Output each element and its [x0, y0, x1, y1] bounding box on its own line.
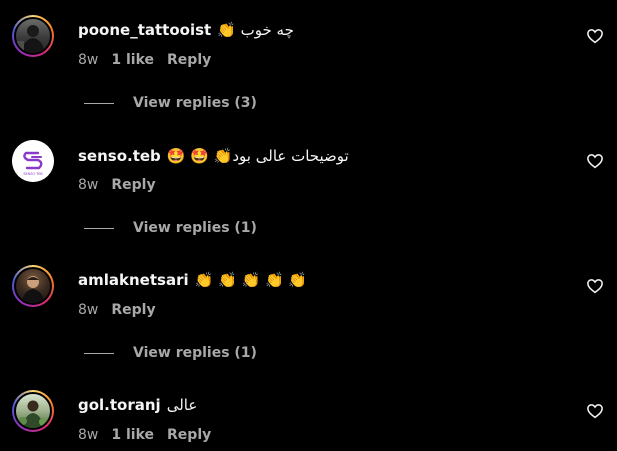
- view-replies-button[interactable]: View replies (1): [84, 219, 257, 237]
- comment-likes[interactable]: 1 like: [111, 52, 154, 68]
- view-replies-button[interactable]: View replies (3): [84, 94, 257, 112]
- comment-time[interactable]: 8w: [78, 302, 98, 318]
- reply-button[interactable]: Reply: [111, 177, 155, 193]
- view-replies-button[interactable]: View replies (1): [84, 344, 257, 362]
- heart-icon[interactable]: [586, 277, 604, 295]
- comment-likes[interactable]: 1 like: [111, 427, 154, 443]
- view-replies-label: View replies (1): [133, 345, 257, 361]
- view-replies-label: View replies (1): [133, 220, 257, 236]
- avatar[interactable]: SENSO TEB: [12, 140, 54, 182]
- comment-text: 👏 👏 👏 👏 👏: [194, 271, 308, 289]
- logo-caption: SENSO TEB: [23, 172, 43, 176]
- avatar-photo: [21, 276, 45, 303]
- reply-button[interactable]: Reply: [111, 302, 155, 318]
- divider: [84, 227, 114, 229]
- comment-text: 🤩 🤩 👏توضیحات عالی بود: [166, 147, 349, 165]
- comment-text: 👏 چه خوب: [217, 21, 294, 39]
- view-replies-label: View replies (3): [133, 95, 257, 111]
- comment-username[interactable]: amlaknetsari: [78, 271, 189, 289]
- avatar[interactable]: [12, 265, 54, 307]
- heart-icon[interactable]: [586, 402, 604, 420]
- comment-username[interactable]: senso.teb: [78, 147, 161, 165]
- heart-icon[interactable]: [586, 152, 604, 170]
- comment-time[interactable]: 8w: [78, 52, 98, 68]
- avatar[interactable]: [12, 15, 54, 57]
- comment-username[interactable]: poone_tattooist: [78, 21, 211, 39]
- avatar[interactable]: [12, 390, 54, 432]
- divider: [84, 102, 114, 104]
- comment-time[interactable]: 8w: [78, 427, 98, 443]
- comment-time[interactable]: 8w: [78, 177, 98, 193]
- comment-text: عالی: [166, 396, 198, 414]
- senso-teb-logo: SENSO TEB: [12, 140, 54, 182]
- avatar-photo: [19, 400, 47, 428]
- divider: [84, 352, 114, 354]
- reply-button[interactable]: Reply: [167, 427, 211, 443]
- avatar-photo: [16, 25, 45, 53]
- heart-icon[interactable]: [586, 27, 604, 45]
- reply-button[interactable]: Reply: [167, 52, 211, 68]
- comment-username[interactable]: gol.toranj: [78, 396, 161, 414]
